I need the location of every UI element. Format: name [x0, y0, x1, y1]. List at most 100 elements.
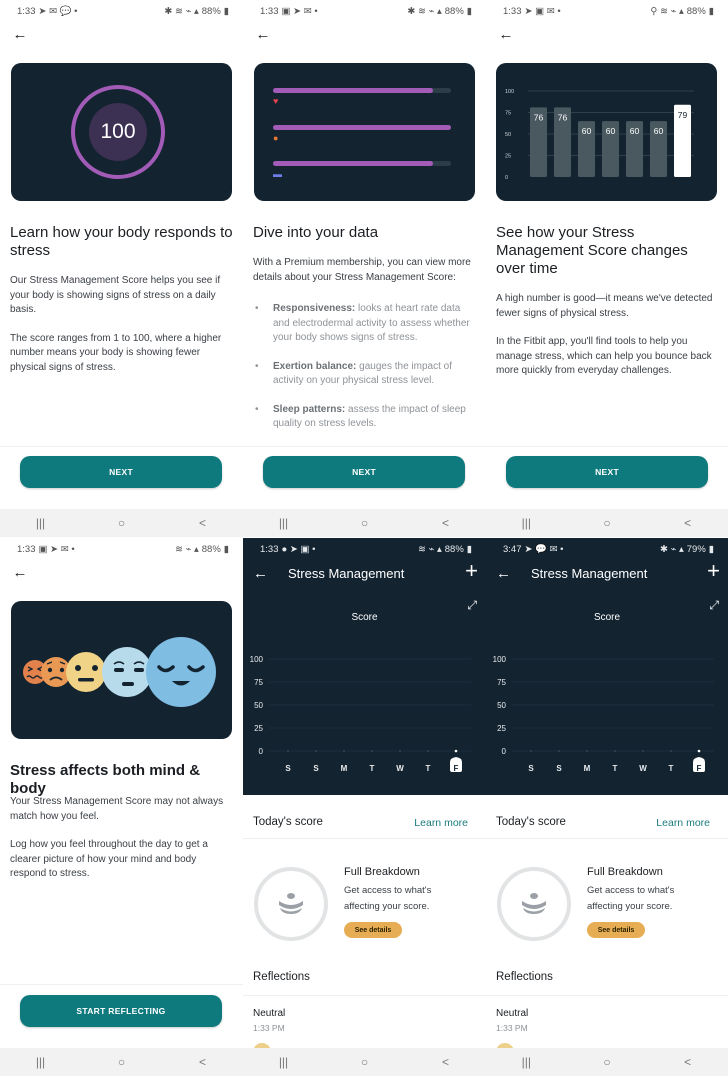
battery-icon: ▮ — [223, 543, 229, 555]
reflection-mood[interactable]: Neutral — [253, 1008, 285, 1019]
breakdown-description: Get access to what's affecting your scor… — [587, 885, 675, 912]
x-tick-label[interactable]: S — [556, 764, 562, 773]
bar-value-label: 60 — [582, 126, 592, 136]
x-tick-label[interactable]: T — [669, 764, 674, 773]
start-reflecting-button[interactable]: START REFLECTING — [20, 995, 222, 1027]
recents-icon[interactable]: ||| — [26, 516, 56, 530]
y-tick-label: 75 — [254, 678, 263, 687]
status-bar: 1:33 ➤ ▣ ✉ • ⚲ ≋ ⌁ ▴ 88% ▮ — [486, 0, 728, 22]
score-ring-empty — [497, 867, 571, 941]
paragraph: The score ranges from 1 to 100, where a … — [10, 332, 222, 373]
reflection-time: 1:33 PM — [253, 1023, 285, 1033]
y-tick-label: 0 — [502, 747, 507, 756]
data-point — [454, 749, 458, 753]
y-tick-label: 0 — [259, 747, 264, 756]
expand-icon[interactable]: ⤢ — [709, 598, 719, 613]
weekly-score-chart: 0 25 50 75 100 S S M T W T F — [493, 655, 714, 773]
x-tick-label[interactable]: F — [454, 764, 459, 773]
recents-icon[interactable]: ||| — [26, 1055, 56, 1069]
x-tick-label[interactable]: M — [341, 764, 348, 773]
paragraph: Log how you feel throughout the day to g… — [10, 839, 208, 879]
paragraph: Our Stress Management Score helps you se… — [10, 275, 221, 315]
home-icon[interactable]: ○ — [592, 1055, 622, 1069]
feature-list: Responsiveness: looks at heart rate data… — [253, 302, 479, 446]
y-tick-label: 50 — [497, 701, 506, 710]
system-icons: ≋ ⌁ ▴ — [418, 543, 442, 555]
expand-icon[interactable]: ⤢ — [467, 598, 477, 613]
data-point — [642, 750, 644, 752]
description: A high number is good—it means we've det… — [496, 292, 721, 393]
hero-illustration: ♥ ● ▬ — [254, 63, 475, 201]
back-arrow-icon[interactable]: ← — [496, 565, 511, 582]
notification-icons: ● ➤ ▣ • — [281, 543, 316, 555]
home-icon[interactable]: ○ — [350, 1055, 380, 1069]
data-point — [427, 750, 429, 752]
recents-icon[interactable]: ||| — [269, 516, 299, 530]
breakdown-title: Full Breakdown — [587, 866, 663, 878]
notification-icons: ▣ ➤ ✉ • — [38, 543, 75, 555]
metric-bar-track — [273, 161, 451, 166]
next-button[interactable]: NEXT — [506, 456, 708, 488]
x-tick-label[interactable]: T — [613, 764, 618, 773]
back-arrow-icon[interactable]: ← — [10, 25, 30, 43]
metric-bar-track — [273, 125, 451, 130]
next-button[interactable]: NEXT — [20, 456, 222, 488]
exertion-icon: ● — [273, 133, 279, 143]
recents-icon[interactable]: ||| — [269, 1055, 299, 1069]
onboarding-screen-3: 1:33 ➤ ▣ ✉ • ⚲ ≋ ⌁ ▴ 88% ▮ ← 0 25 50 75 100 76 76… — [486, 0, 728, 538]
feature-label: Sleep patterns: — [273, 403, 346, 415]
bar-value-label: 60 — [630, 126, 640, 136]
see-details-button[interactable]: See details — [344, 922, 402, 938]
back-arrow-icon[interactable]: ← — [253, 565, 268, 582]
reflection-mood[interactable]: Neutral — [496, 1008, 528, 1019]
onboarding-screen-1: 1:33 ➤ ✉ 💬 • ✱ ≋ ⌁ ▴ 88% ▮ ← 100 Learn how … — [0, 0, 243, 538]
bar-value-label: 76 — [534, 112, 544, 122]
onboarding-screen-2: 1:33 ▣ ➤ ✉ • ✱ ≋ ⌁ ▴ 88% ▮ ← ♥ ● ▬ Dive into … — [243, 0, 486, 538]
home-icon[interactable]: ○ — [592, 516, 622, 530]
data-point — [697, 749, 701, 753]
back-arrow-icon[interactable]: ← — [496, 25, 516, 43]
x-tick-label[interactable]: W — [396, 764, 404, 773]
data-point — [614, 750, 616, 752]
x-tick-label[interactable]: T — [370, 764, 375, 773]
y-tick-label: 50 — [505, 132, 511, 138]
hero-bar-chart: 0 25 50 75 100 76 76 60 60 60 60 79 — [496, 63, 717, 201]
stress-management-screen: 3:47 ➤ 💬 ✉ • ✱ ⌁ ▴ 79% ▮ ← Stress Managemen… — [486, 538, 728, 1078]
home-icon[interactable]: ○ — [350, 516, 380, 530]
status-time: 1:33 — [260, 543, 279, 555]
nav-back-icon[interactable]: < — [673, 516, 703, 530]
battery-icon: ▮ — [223, 5, 229, 17]
status-bar: 1:33 ▣ ➤ ✉ • ≋ ⌁ ▴ 88% ▮ — [0, 538, 243, 560]
nav-back-icon[interactable]: < — [673, 1055, 703, 1069]
nav-back-icon[interactable]: < — [431, 516, 461, 530]
todays-score-label: Today's score — [253, 816, 323, 828]
x-tick-label[interactable]: F — [697, 764, 702, 773]
home-icon[interactable]: ○ — [107, 1055, 137, 1069]
page-title: Dive into your data — [253, 224, 379, 241]
learn-more-link[interactable]: Learn more — [656, 817, 710, 829]
x-tick-label[interactable]: S — [313, 764, 319, 773]
x-tick-label[interactable]: S — [528, 764, 534, 773]
back-arrow-icon[interactable]: ← — [10, 563, 30, 581]
home-icon[interactable]: ○ — [107, 516, 137, 530]
add-icon[interactable]: + — [707, 560, 720, 582]
back-arrow-icon[interactable]: ← — [253, 25, 273, 43]
data-point — [558, 750, 560, 752]
learn-more-link[interactable]: Learn more — [414, 817, 468, 829]
nav-back-icon[interactable]: < — [431, 1055, 461, 1069]
add-icon[interactable]: + — [465, 560, 478, 582]
x-tick-label[interactable]: T — [426, 764, 431, 773]
neutral-face-icon — [66, 652, 106, 692]
nav-back-icon[interactable]: < — [188, 1055, 218, 1069]
recents-icon[interactable]: ||| — [511, 1055, 541, 1069]
feature-label: Exertion balance: — [273, 360, 357, 372]
x-tick-label[interactable]: S — [285, 764, 291, 773]
nav-back-icon[interactable]: < — [188, 516, 218, 530]
recents-icon[interactable]: ||| — [511, 516, 541, 530]
x-tick-label[interactable]: W — [639, 764, 647, 773]
x-tick-label[interactable]: M — [584, 764, 591, 773]
y-tick-label: 0 — [505, 175, 508, 181]
next-button[interactable]: NEXT — [263, 456, 465, 488]
divider — [0, 984, 243, 985]
see-details-button[interactable]: See details — [587, 922, 645, 938]
